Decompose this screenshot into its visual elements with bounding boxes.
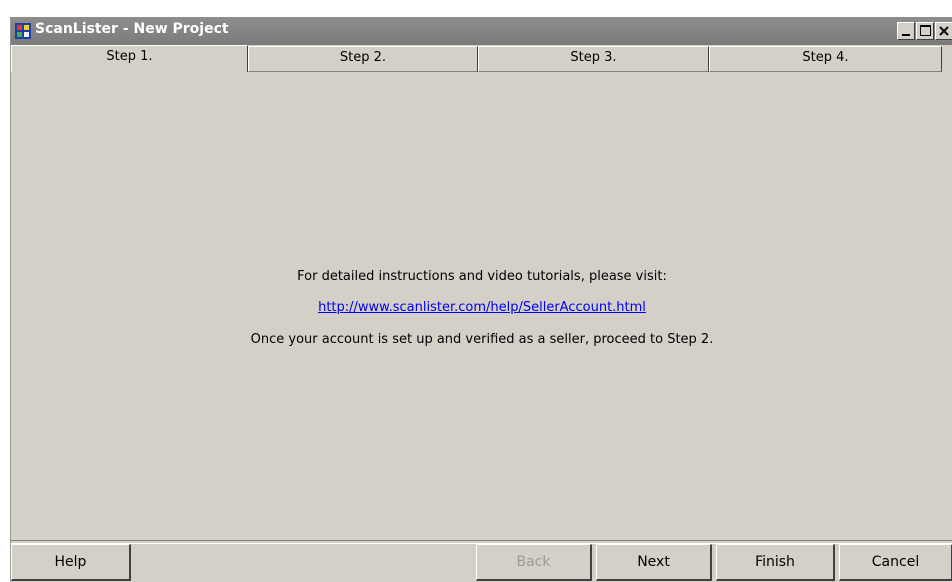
window-title: ScanLister - New Project — [35, 21, 229, 37]
maximize-icon[interactable] — [916, 22, 934, 40]
back-button[interactable]: Back — [476, 544, 592, 581]
minimize-icon[interactable] — [897, 22, 915, 40]
step-content: For detailed instructions and video tuto… — [11, 72, 952, 540]
next-button[interactable]: Next — [596, 544, 712, 581]
cancel-button[interactable]: Cancel — [839, 544, 952, 581]
help-button[interactable]: Help — [11, 544, 131, 581]
tab-step-1[interactable]: Step 1. — [11, 45, 248, 72]
step-tabs: Step 1. Step 2. Step 3. Step 4. — [11, 45, 952, 72]
wizard-window: ScanLister - New Project Step 1. Step 2.… — [10, 17, 952, 582]
proceed-text: Once your account is set up and verified… — [250, 332, 714, 347]
title-bar[interactable]: ScanLister - New Project — [11, 17, 952, 45]
tab-step-4[interactable]: Step 4. — [709, 46, 942, 72]
app-window-icon — [15, 23, 31, 39]
tab-step-2[interactable]: Step 2. — [248, 46, 478, 72]
close-icon[interactable] — [935, 22, 952, 40]
help-link-row: http://www.scanlister.com/help/SellerAcc… — [11, 300, 952, 315]
help-link[interactable]: http://www.scanlister.com/help/SellerAcc… — [318, 300, 646, 315]
instructions-text: For detailed instructions and video tuto… — [297, 269, 667, 284]
finish-button[interactable]: Finish — [716, 544, 835, 581]
tab-step-3[interactable]: Step 3. — [478, 46, 709, 72]
